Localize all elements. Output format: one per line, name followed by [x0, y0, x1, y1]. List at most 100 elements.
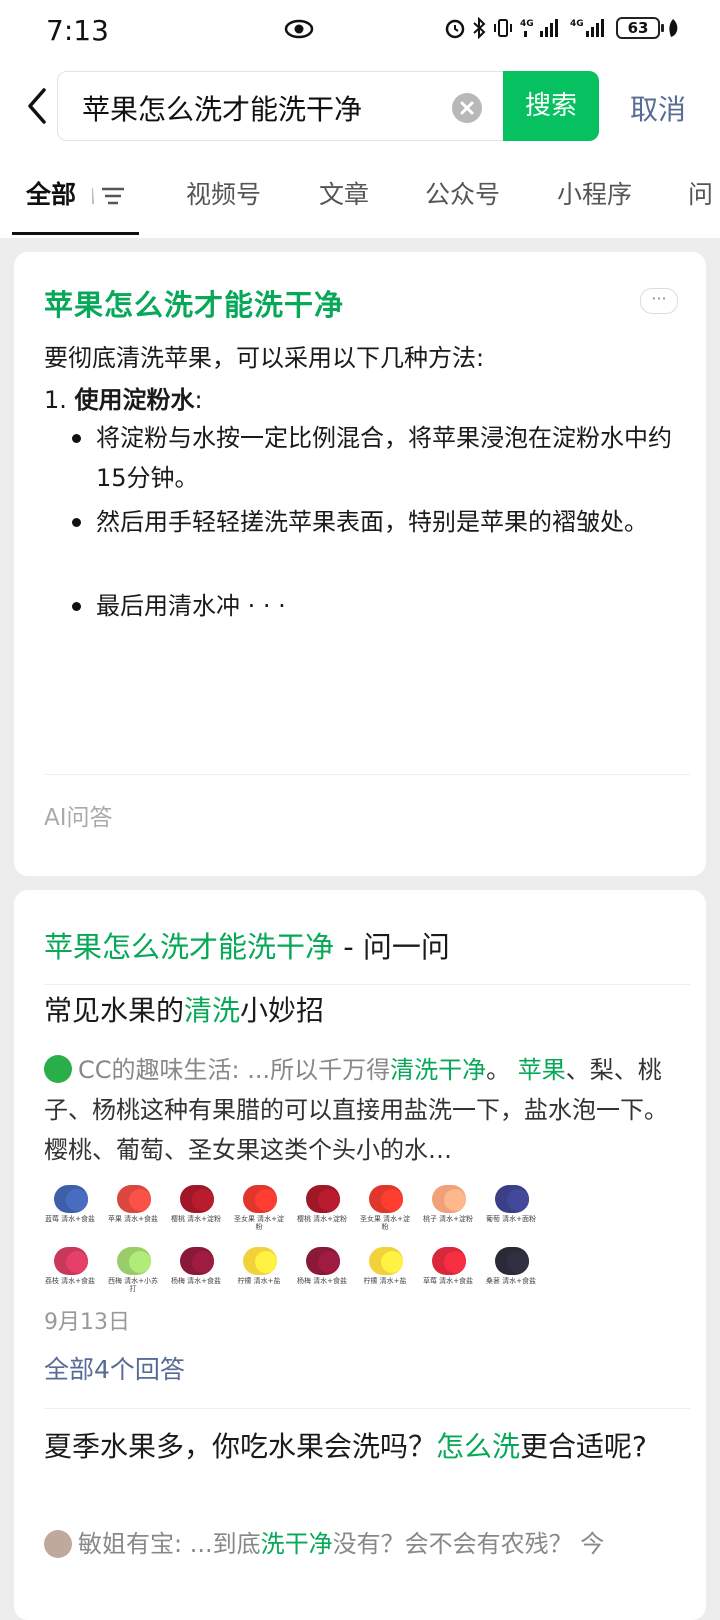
question-2-title[interactable]: 夏季水果多，你吃水果会洗吗？怎么洗更合适呢?: [44, 1424, 684, 1470]
question-2-snippet[interactable]: 敏姐有宝: ...到底洗干净没有？会不会有农残？ 今: [44, 1524, 684, 1564]
fruit-tile: 西梅 清水+小苏打: [107, 1247, 159, 1305]
step-colon: :: [194, 386, 203, 414]
vibrate-icon: [494, 19, 512, 37]
fruit-caption: 荔枝 清水+食盐: [44, 1277, 96, 1285]
fruit-tile: 葡萄 清水+面粉: [485, 1185, 537, 1243]
ai-card-title[interactable]: 苹果怎么洗才能洗干净: [44, 282, 344, 324]
fruit-tile: 圣女果 清水+淀粉: [359, 1185, 411, 1243]
q2-title-a: 夏季水果多，你吃水果会洗吗？: [44, 1430, 437, 1463]
fruit-caption: 草莓 清水+食盐: [422, 1277, 474, 1285]
bullet-dot: [72, 602, 81, 611]
q1-snippet-2: 。: [486, 1056, 518, 1084]
q1-title-highlight: 清洗: [184, 994, 241, 1027]
ai-bullet-3: 最后用清水冲 · · ·: [96, 592, 286, 620]
filter-icon[interactable]: [92, 184, 126, 208]
fruit-caption: 桑葚 清水+食盐: [485, 1277, 537, 1285]
bluetooth-icon: [473, 17, 486, 39]
fruit-icon-highlight: [255, 1251, 277, 1273]
clear-icon[interactable]: [452, 93, 482, 123]
fruit-caption: 樱桃 清水+淀粉: [170, 1215, 222, 1223]
step-title: 使用淀粉水: [74, 386, 195, 414]
fruit-caption: 圣女果 清水+淀粉: [359, 1215, 411, 1231]
tab-ask[interactable]: 问: [688, 175, 713, 211]
alarm-icon: [445, 19, 465, 39]
fruit-tile: 桑葚 清水+食盐: [485, 1247, 537, 1305]
q1-title-a: 常见水果的: [44, 994, 185, 1027]
divider: [44, 984, 690, 985]
q1-snippet-highlight-1: 清洗干净: [390, 1056, 487, 1084]
fruit-icon-highlight: [129, 1189, 151, 1211]
q1-source: CC的趣味生活:: [78, 1056, 240, 1084]
fruit-tile: 柠檬 清水+盐: [359, 1247, 411, 1305]
q2-snippet-1: ...到底: [182, 1530, 261, 1558]
fruit-tile: 杨梅 清水+食盐: [296, 1247, 348, 1305]
tab-mini-programs[interactable]: 小程序: [557, 175, 632, 211]
more-options-button[interactable]: ···: [640, 288, 678, 314]
step-number: 1.: [44, 386, 67, 414]
leaf-icon: [669, 19, 678, 37]
fruit-icon-highlight: [255, 1189, 277, 1211]
q2-snippet-2: 没有？会不会有农残？ 今: [332, 1530, 605, 1558]
q2-title-highlight: 怎么洗: [436, 1430, 521, 1463]
tab-channels[interactable]: 视频号: [186, 175, 261, 211]
fruit-tile: 蓝莓 清水+食盐: [44, 1185, 96, 1243]
ai-card-footer[interactable]: AI问答: [44, 798, 113, 832]
ai-bullet-2: 然后用手轻轻搓洗苹果表面，特别是苹果的褶皱处。: [96, 508, 648, 536]
fruit-caption: 苹果 清水+食盐: [107, 1215, 159, 1223]
q2-snippet-highlight: 洗干净: [260, 1530, 333, 1558]
fruit-washing-infographic[interactable]: 蓝莓 清水+食盐 苹果 清水+食盐 樱桃 清水+淀粉 圣女果 清水+淀粉 樱桃 清水+淀…: [44, 1185, 544, 1310]
fruit-icon-highlight: [192, 1189, 214, 1211]
fruit-caption: 桃子 清水+淀粉: [422, 1215, 474, 1223]
fruit-caption: 柠檬 清水+盐: [237, 1277, 281, 1285]
search-row: 苹果怎么洗才能洗干净 搜索 取消: [0, 70, 720, 142]
ai-intro: 要彻底清洗苹果，可以采用以下几种方法:: [44, 344, 485, 372]
eye-icon: [284, 18, 314, 44]
qa-card-title[interactable]: 苹果怎么洗才能洗干净 - 问一问: [44, 924, 450, 966]
divider: [44, 774, 690, 775]
qa-card: 苹果怎么洗才能洗干净 - 问一问 常见水果的清洗小妙招 CC的趣味生活: ...…: [14, 890, 706, 1620]
all-answers-link[interactable]: 全部4个回答: [44, 1350, 185, 1386]
fruit-tile: 柠檬 清水+盐: [233, 1247, 285, 1305]
qa-title-suffix: - 问一问: [334, 930, 450, 964]
fruit-tile: 樱桃 清水+淀粉: [296, 1185, 348, 1243]
fruit-icon-highlight: [381, 1251, 403, 1273]
fruit-icon-highlight: [66, 1251, 88, 1273]
fruit-caption: 杨梅 清水+食盐: [170, 1277, 222, 1285]
ai-step-1: 1. 使用淀粉水:: [44, 380, 203, 415]
fruit-tile: 樱桃 清水+淀粉: [170, 1185, 222, 1243]
question-1-snippet[interactable]: CC的趣味生活: ...所以千万得清洗干净。 苹果、梨、桃子、杨桃这种有果腊的可…: [44, 1050, 684, 1170]
fruit-caption: 樱桃 清水+淀粉: [296, 1215, 348, 1223]
tab-official-accounts[interactable]: 公众号: [425, 175, 500, 211]
tab-all[interactable]: 全部: [26, 175, 76, 211]
ai-answer-card[interactable]: 苹果怎么洗才能洗干净 ··· 要彻底清洗苹果，可以采用以下几种方法: 1. 使用…: [14, 252, 706, 876]
search-query[interactable]: 苹果怎么洗才能洗干净: [82, 88, 362, 128]
search-button[interactable]: 搜索: [503, 71, 599, 141]
question-1-title[interactable]: 常见水果的清洗小妙招: [44, 988, 684, 1034]
fruit-tile: 苹果 清水+食盐: [107, 1185, 159, 1243]
signal-4g-icon: 4G: [520, 19, 558, 37]
ai-bullet-1: 将淀粉与水按一定比例混合，将苹果浸泡在淀粉水中约15分钟。: [96, 424, 672, 492]
svg-text:4G: 4G: [520, 19, 534, 29]
cancel-button[interactable]: 取消: [630, 88, 686, 128]
tab-articles[interactable]: 文章: [319, 175, 369, 211]
q1-title-b: 小妙招: [240, 994, 325, 1027]
bullet-dot: [72, 518, 81, 527]
fruit-caption: 柠檬 清水+盐: [363, 1277, 407, 1285]
status-bar: 7:13 4G 4G 63: [0, 0, 720, 62]
user-avatar: [44, 1530, 72, 1558]
qa-title-keyword: 苹果怎么洗才能洗干净: [44, 930, 335, 964]
bullet-dot: [72, 434, 81, 443]
fruit-tile: 荔枝 清水+食盐: [44, 1247, 96, 1305]
top-bar: 7:13 4G 4G 63 苹果怎么洗才能洗干净 搜索 取消 全部 视频号 文章: [0, 0, 720, 238]
fruit-icon-highlight: [444, 1189, 466, 1211]
fruit-icon-highlight: [318, 1189, 340, 1211]
fruit-icon-highlight: [507, 1189, 529, 1211]
fruit-tile: 杨梅 清水+食盐: [170, 1247, 222, 1305]
q1-snippet-1: ...所以千万得: [239, 1056, 391, 1084]
q2-title-b: 更合适呢?: [520, 1430, 647, 1463]
back-arrow-icon[interactable]: [22, 84, 52, 128]
fruit-icon-highlight: [318, 1251, 340, 1273]
fruit-tile: 桃子 清水+淀粉: [422, 1185, 474, 1243]
fruit-tile: 草莓 清水+食盐: [422, 1247, 474, 1305]
signal-4g-icon-2: 4G: [570, 19, 604, 37]
